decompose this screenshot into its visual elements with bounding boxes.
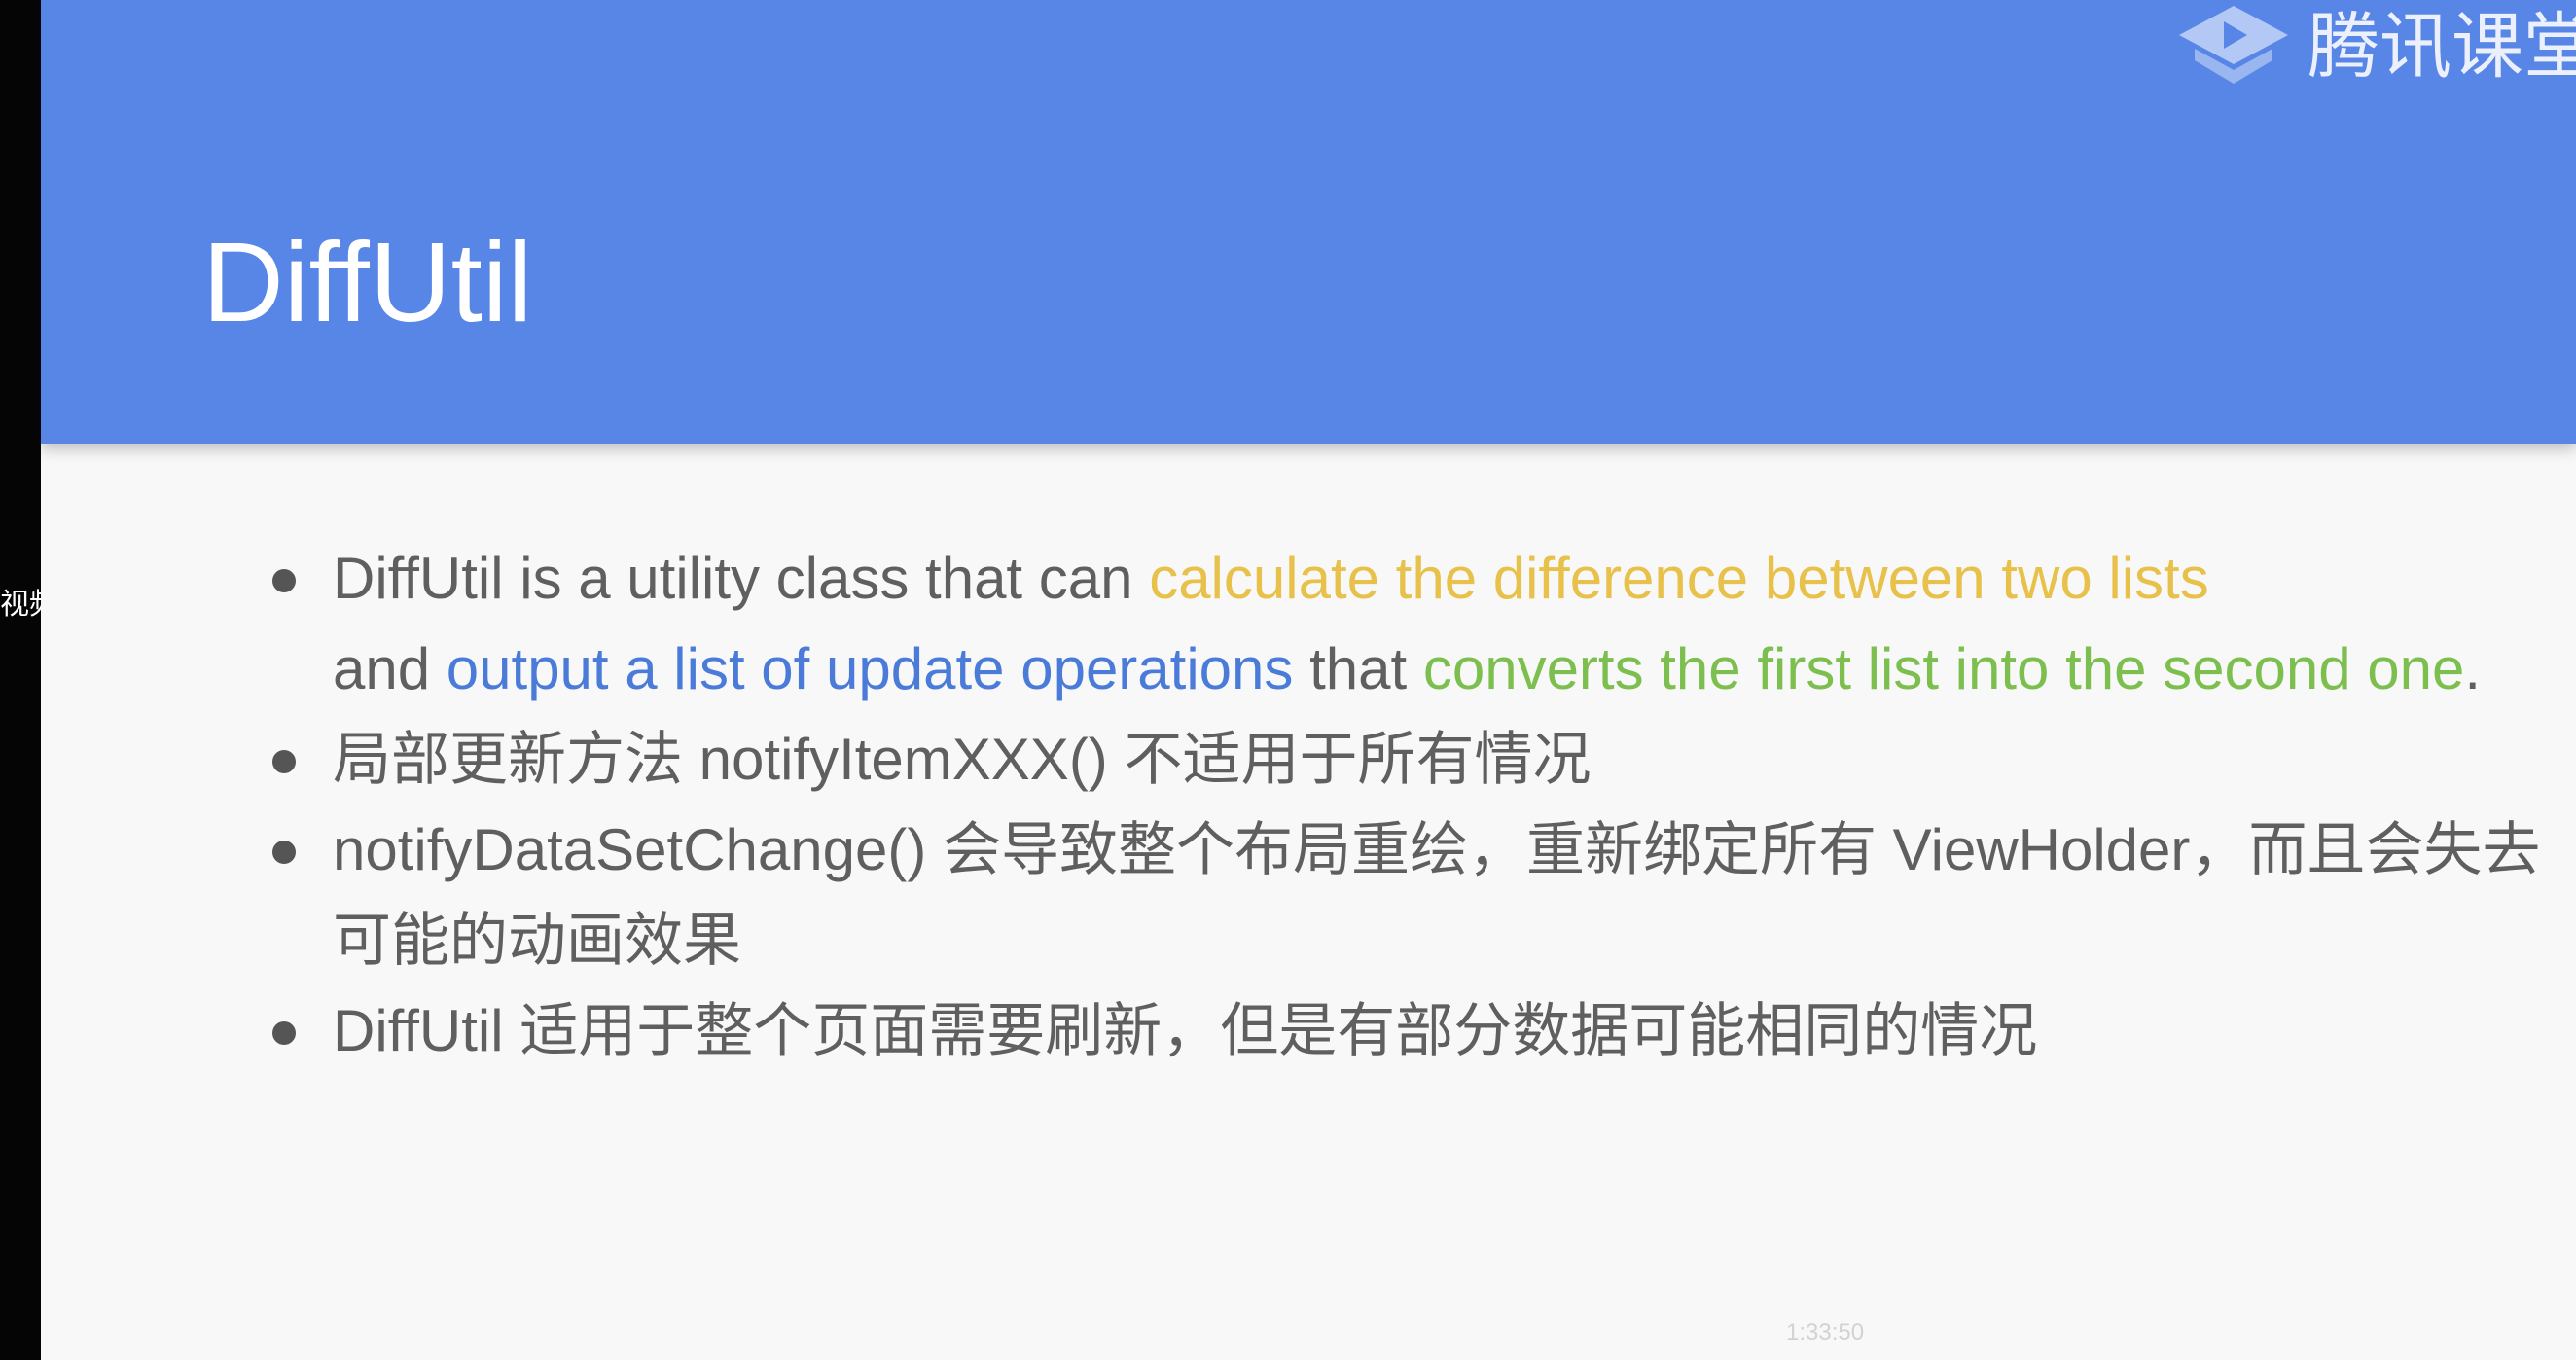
- bullet-list: DiffUtil is a utility class that can cal…: [228, 533, 2562, 1076]
- plain-text: .: [2464, 636, 2482, 701]
- highlight-yellow-text: calculate the difference between two lis…: [1149, 546, 2209, 611]
- bullet-item: DiffUtil 适用于整个页面需要刷新，但是有部分数据可能相同的情况: [228, 985, 2562, 1076]
- bullet-text: notifyDataSetChange() 会导致整个布局重绘，重新绑定所有 V…: [333, 817, 2541, 973]
- plain-text: and: [333, 636, 447, 701]
- plain-text: that: [1293, 636, 1423, 701]
- highlight-blue-text: output a list of update operations: [446, 636, 1294, 701]
- bullet-dot-icon: [272, 750, 296, 773]
- bullet-text: DiffUtil 适用于整个页面需要刷新，但是有部分数据可能相同的情况: [333, 998, 2038, 1063]
- slide: DiffUtil 腾讯课堂 DiffUtil is a utility clas…: [41, 0, 2576, 1360]
- brand-name: 腾讯课堂: [2308, 5, 2576, 89]
- plain-text: DiffUtil is a utility class that can: [333, 546, 1150, 611]
- bullet-text: DiffUtil is a utility class that can cal…: [333, 546, 2481, 701]
- bullet-item: 局部更新方法 notifyItemXXX() 不适用于所有情况: [228, 714, 2562, 805]
- left-black-strip: [0, 0, 41, 1360]
- bullet-dot-icon: [272, 841, 296, 864]
- slide-title: DiffUtil: [202, 219, 533, 345]
- highlight-green-text: converts the first list into the second …: [1422, 636, 2465, 701]
- brand-watermark: 腾讯课堂: [2173, 0, 2576, 93]
- bullet-dot-icon: [272, 569, 296, 592]
- bullet-item: DiffUtil is a utility class that can cal…: [228, 533, 2562, 714]
- bullet-item: notifyDataSetChange() 会导致整个布局重绘，重新绑定所有 V…: [228, 805, 2562, 985]
- bullet-text: 局部更新方法 notifyItemXXX() 不适用于所有情况: [333, 727, 1592, 792]
- video-timestamp: 1:33:50: [1786, 1319, 1865, 1345]
- slide-header: DiffUtil 腾讯课堂: [41, 0, 2576, 444]
- tencent-classroom-logo-icon: [2179, 6, 2288, 84]
- bullet-dot-icon: [272, 1021, 296, 1045]
